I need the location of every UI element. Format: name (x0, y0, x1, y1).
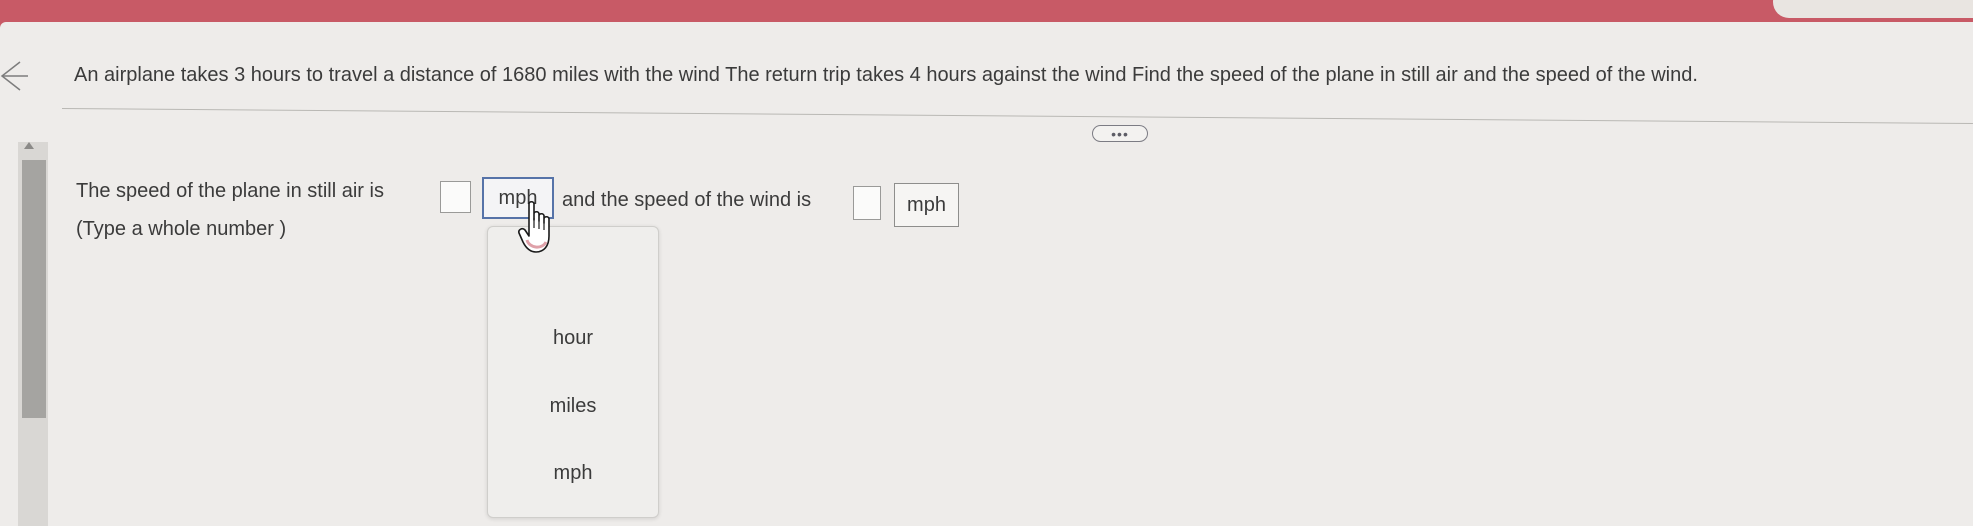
scroll-up-arrow-icon[interactable] (24, 142, 34, 149)
back-arrow-icon[interactable] (0, 56, 32, 96)
wind-unit-label: mph (907, 193, 946, 216)
hand-pointer-icon (518, 200, 550, 253)
plane-speed-input[interactable] (440, 181, 471, 213)
answer-middle-text: and the speed of the wind is (562, 189, 812, 211)
wind-unit-select[interactable]: mph (894, 183, 959, 227)
dropdown-option-mph[interactable]: mph (488, 462, 658, 485)
wind-speed-input[interactable] (853, 186, 881, 220)
unit-dropdown-menu: hour miles mph (487, 226, 659, 518)
question-text: An airplane takes 3 hours to travel a di… (74, 64, 1698, 86)
question-page (0, 22, 1973, 526)
scrollbar-thumb[interactable] (22, 160, 46, 418)
more-options-button[interactable]: ••• (1092, 125, 1148, 142)
header-action-button[interactable] (1773, 0, 1973, 18)
answer-prefix-text: The speed of the plane in still air is (76, 180, 384, 202)
dropdown-option-hour[interactable]: hour (488, 327, 658, 350)
dropdown-option-miles[interactable]: miles (488, 395, 658, 418)
answer-hint: (Type a whole number ) (76, 218, 287, 240)
